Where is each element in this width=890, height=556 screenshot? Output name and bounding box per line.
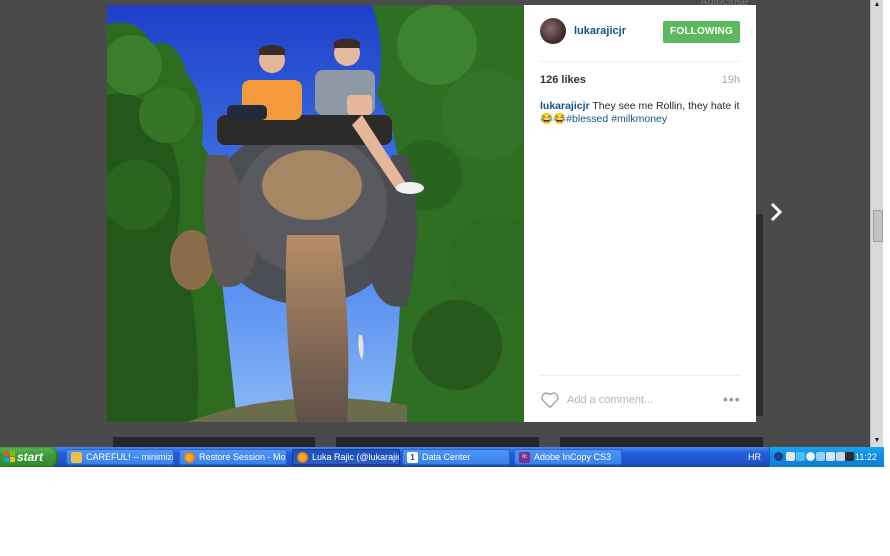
clock[interactable]: 11:22 [855,447,877,467]
scroll-up-arrow-icon[interactable]: ▲ [871,0,883,10]
windows-taskbar: start CAREFUL! -- minimizin... Restore S… [0,447,884,467]
scrollbar-thumb[interactable] [873,210,883,242]
taskbar-item-label: Data Center [422,452,471,462]
background-thumbnail-strip [113,437,315,447]
divider [540,61,740,62]
background-thumbnail-strip [560,437,763,447]
system-tray: 11:22 [769,447,884,467]
following-button[interactable]: FOLLOWING [663,21,740,43]
taskbar-item-label: Restore Session - Mo... [199,452,287,462]
caption-username[interactable]: lukarajicjr [540,100,590,112]
network-icon[interactable] [786,452,795,461]
taskbar-item-luka-rajic[interactable]: Luka Rajic (@lukarajic... [292,449,400,465]
tray-app-icon[interactable] [816,452,825,461]
caption-emoji: 😂😂 [540,113,567,125]
incopy-icon: Ic [519,452,530,463]
caption: lukarajicjr They see me Rollin, they hat… [540,100,745,126]
hashtag-blessed[interactable]: #blessed [566,113,608,125]
background-thumbnail-strip [336,437,539,447]
taskbar-item-careful[interactable]: CAREFUL! -- minimizin... [66,449,174,465]
comment-bar: ••• [524,381,756,422]
scroll-icon [71,452,82,463]
taskbar-item-adobe-incopy[interactable]: Ic Adobe InCopy CS3 [514,449,622,465]
firefox-icon [184,452,195,463]
next-post-arrow-icon[interactable] [766,199,786,225]
start-label: start [17,450,44,464]
comment-input[interactable] [567,392,717,408]
background-thumbnail [756,214,763,416]
likes-count[interactable]: 126 likes [540,74,586,86]
language-indicator[interactable]: HR [748,447,761,467]
post-header: lukarajicjr FOLLOWING [524,5,756,61]
page-scrollbar[interactable]: ▲ ▼ [870,0,883,447]
taskbar-item-data-center[interactable]: 1 Data Center [402,449,510,465]
caption-text: They see me Rollin, they hate it [592,100,740,112]
tray-app-icon[interactable] [796,452,805,461]
scroll-down-arrow-icon[interactable]: ▼ [871,436,883,446]
divider [540,375,740,376]
taskbar-item-label: Adobe InCopy CS3 [534,452,612,462]
firefox-icon [297,452,308,463]
taskbar-item-label: CAREFUL! -- minimizin... [86,452,174,462]
volume-icon[interactable] [836,452,845,461]
avatar[interactable] [540,18,566,44]
tray-app-icon[interactable] [845,452,854,461]
taskbar-item-label: Luka Rajic (@lukarajic... [312,452,400,462]
tray-app-icon[interactable] [806,452,815,461]
data-center-icon: 1 [407,452,418,463]
tray-collapse-icon[interactable] [774,452,783,461]
post-photo [107,5,524,422]
elephant-ride-photo [107,5,524,422]
tray-app-icon[interactable] [826,452,835,461]
hashtag-milkmoney[interactable]: #milkmoney [611,113,667,125]
more-dots-icon[interactable]: ••• [723,392,741,406]
username-link[interactable]: lukarajicjr [574,25,626,37]
windows-logo-icon [4,451,15,462]
heart-icon[interactable] [540,391,560,409]
post-details-panel: lukarajicjr FOLLOWING 126 likes 19h luka… [524,5,756,422]
taskbar-item-restore-session[interactable]: Restore Session - Mo... [179,449,287,465]
post-time[interactable]: 19h [722,74,740,86]
start-button[interactable]: start [0,447,58,467]
